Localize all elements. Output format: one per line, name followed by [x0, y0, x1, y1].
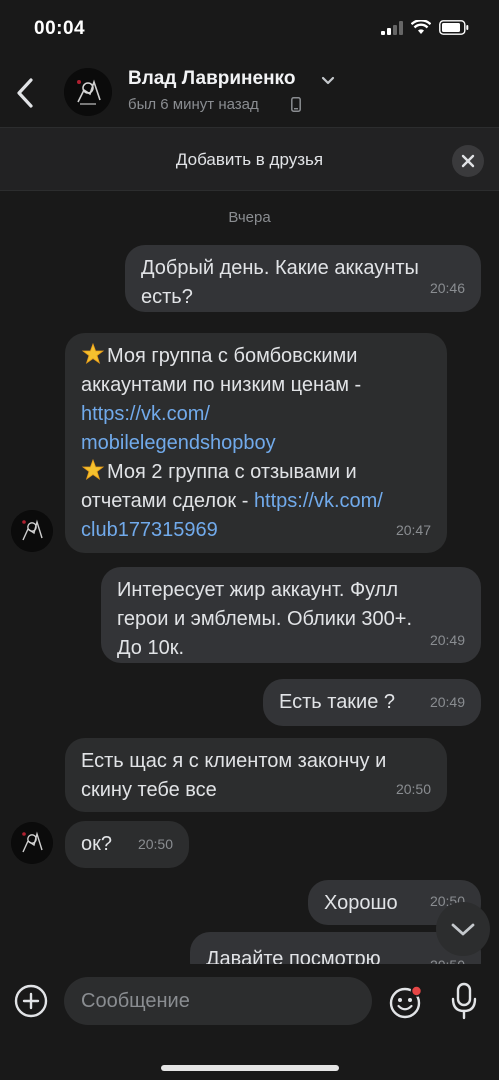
contact-avatar[interactable] [64, 68, 112, 116]
message-time: 20:47 [395, 522, 431, 538]
message-text: Добрый день. Какие аккаунты есть? [141, 257, 419, 308]
message-time: 20:49 [429, 632, 465, 648]
message-time: 20:46 [429, 280, 465, 296]
message-text: Давайте посмотрю [206, 948, 381, 964]
message-time: 20:49 [429, 694, 465, 710]
message-text: Есть щас я с клиентом закончу и скину те… [81, 750, 387, 801]
message-incoming[interactable]: ок? 20:50 [65, 821, 189, 868]
back-arrow-icon[interactable] [12, 76, 38, 110]
star-emoji-icon [81, 459, 105, 481]
message-text: Моя группа с бомбовскими аккаунтами по н… [81, 342, 431, 545]
message-line: Моя группа с бомбовскими аккаунтами по н… [81, 345, 362, 396]
message-time: 20:50 [137, 836, 173, 852]
group-link-1[interactable]: https://vk.com/ mobilelegendshopboy [81, 403, 276, 454]
chevron-down-icon[interactable] [436, 902, 490, 956]
message-outgoing[interactable]: Добрый день. Какие аккаунты есть? 20:46 [125, 245, 481, 312]
close-button[interactable] [452, 145, 484, 177]
signal-icon [381, 20, 403, 35]
message-text: Интересует жир аккаунт. Фулл герои и эмб… [117, 579, 413, 659]
add-circle-icon[interactable] [14, 984, 48, 1018]
message-list[interactable]: Вчера Добрый день. Какие аккаунты есть? … [0, 190, 499, 964]
phone-icon [291, 97, 301, 112]
message-incoming[interactable]: Моя группа с бомбовскими аккаунтами по н… [65, 333, 447, 553]
message-incoming[interactable]: Есть щас я с клиентом закончу и скину те… [65, 738, 447, 812]
status-time: 00:04 [34, 18, 86, 39]
day-separator: Вчера [228, 209, 271, 226]
wifi-icon [411, 20, 431, 34]
status-icons [381, 20, 469, 35]
message-input[interactable]: Сообщение [64, 977, 372, 1025]
scroll-down-button[interactable] [436, 902, 490, 956]
contact-status: был 6 минут назад [128, 96, 259, 113]
battery-icon [439, 20, 469, 35]
sender-avatar[interactable] [11, 822, 53, 864]
home-indicator [161, 1065, 339, 1071]
emoji-icon[interactable] [388, 984, 424, 1020]
chevron-down-icon[interactable] [320, 73, 336, 87]
contact-name[interactable]: Влад Лавриненко [128, 68, 295, 90]
message-outgoing[interactable]: Интересует жир аккаунт. Фулл герои и эмб… [101, 567, 481, 663]
star-emoji-icon [81, 343, 105, 365]
add-friend-label[interactable]: Добавить в друзья [0, 150, 499, 170]
sender-avatar[interactable] [11, 510, 53, 552]
message-outgoing[interactable]: Есть такие ? 20:49 [263, 679, 481, 726]
close-icon[interactable] [452, 145, 484, 177]
message-time: 20:50 [395, 781, 431, 797]
microphone-icon[interactable] [450, 982, 478, 1020]
